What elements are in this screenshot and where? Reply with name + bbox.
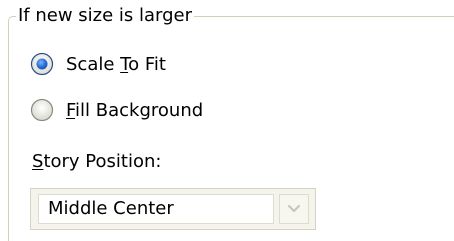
story-position-dropdown[interactable]: Middle Center xyxy=(30,188,316,230)
radio-scale-to-fit-label: Scale To Fit xyxy=(66,53,166,75)
radio-selected-icon[interactable] xyxy=(30,52,54,76)
radio-scale-to-fit[interactable]: Scale To Fit xyxy=(30,50,166,78)
story-position-label: Story Position: xyxy=(32,151,162,172)
story-position-value: Middle Center xyxy=(38,194,274,224)
chevron-down-icon xyxy=(287,204,301,213)
options-panel: If new size is larger Scale To Fit Fill … xyxy=(0,0,454,241)
radio-fill-background[interactable]: Fill Background xyxy=(30,96,203,124)
story-position-dropdown-button[interactable] xyxy=(279,194,309,224)
radio-fill-background-label: Fill Background xyxy=(66,99,204,121)
radio-unselected-icon[interactable] xyxy=(30,98,54,122)
group-title: If new size is larger xyxy=(16,5,195,27)
